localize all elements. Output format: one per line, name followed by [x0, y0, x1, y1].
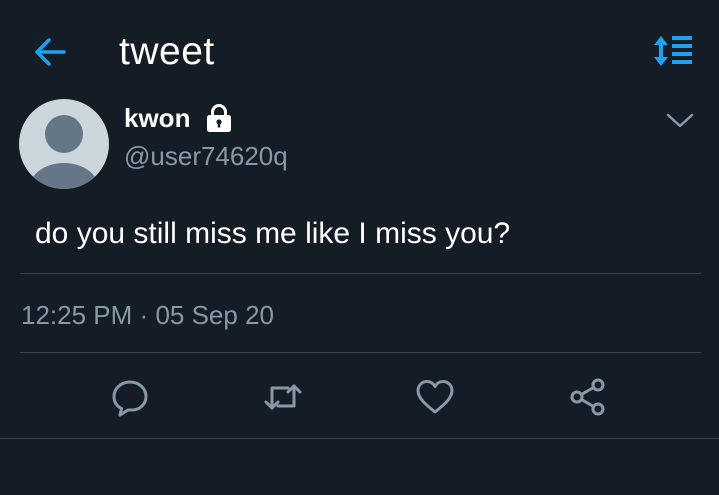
- like-button[interactable]: [415, 377, 455, 417]
- tweet-timestamp: 12:25 PM · 05 Sep 20: [21, 300, 274, 331]
- avatar[interactable]: [19, 99, 109, 189]
- share-icon: [568, 377, 608, 417]
- divider: [0, 438, 719, 439]
- sort-options-icon: [652, 33, 696, 69]
- timestamp-separator: ·: [139, 300, 149, 330]
- page-title: tweet: [119, 30, 215, 73]
- tweet-text: do you still miss me like I miss you?: [35, 217, 511, 250]
- tweet-time: 12:25 PM: [21, 300, 133, 330]
- retweet-icon: [263, 377, 303, 417]
- divider: [20, 352, 701, 353]
- chevron-down-icon: [664, 108, 696, 132]
- author-handle[interactable]: @user74620q: [124, 141, 288, 172]
- tweet-menu-button[interactable]: [664, 108, 696, 132]
- divider: [20, 273, 701, 274]
- sort-options-button[interactable]: [652, 33, 696, 69]
- reply-button[interactable]: [110, 377, 150, 417]
- author-name-row: kwon: [124, 101, 232, 135]
- author-display-name[interactable]: kwon: [124, 103, 190, 134]
- back-button[interactable]: [30, 32, 70, 72]
- default-avatar-icon: [19, 99, 109, 189]
- share-button[interactable]: [568, 377, 608, 417]
- heart-icon: [415, 377, 455, 417]
- retweet-button[interactable]: [263, 377, 303, 417]
- top-bar: tweet: [0, 0, 719, 100]
- tweet-date: 05 Sep 20: [155, 300, 274, 330]
- reply-icon: [110, 377, 150, 417]
- lock-icon: [206, 103, 232, 133]
- arrow-left-icon: [30, 32, 70, 72]
